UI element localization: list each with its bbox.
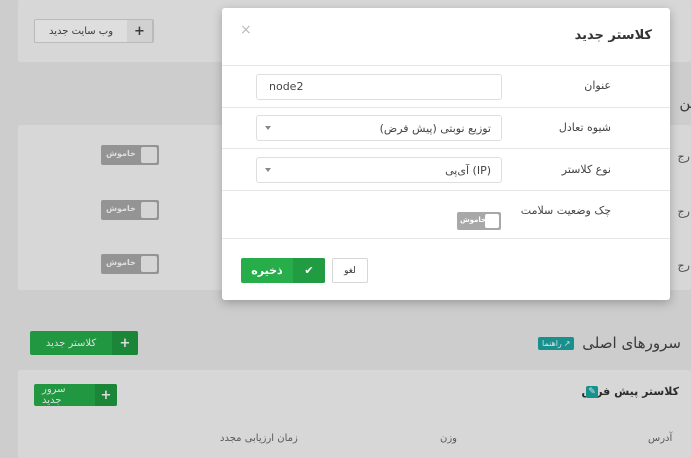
row-divider (222, 107, 670, 108)
toggle-knob (485, 214, 499, 228)
type-label: نوع کلاستر (561, 163, 611, 176)
save-button[interactable]: ذخیره ✔ (241, 258, 325, 283)
row-divider (222, 148, 670, 149)
health-check-label: چک وضعیت سلامت (520, 204, 611, 217)
new-cluster-modal: کلاستر جدید × عنوان node2 شیوه تعادل توز… (222, 8, 670, 300)
health-toggle-text: خاموش (460, 216, 487, 224)
title-label: عنوان (584, 79, 611, 92)
title-input[interactable]: node2 (256, 74, 502, 100)
close-icon[interactable]: × (240, 22, 252, 38)
balance-label: شیوه تعادل (558, 121, 611, 134)
footer-divider (222, 238, 670, 239)
row-divider (222, 190, 670, 191)
balance-select[interactable]: توزیع نوبتی (پیش فرض) (256, 115, 502, 141)
cancel-button[interactable]: لغو (332, 258, 368, 283)
check-icon: ✔ (293, 258, 325, 283)
save-label: ذخیره (251, 264, 283, 277)
chevron-down-icon (265, 168, 271, 172)
health-check-toggle[interactable]: خاموش (457, 212, 501, 230)
cluster-type-value: آی‌پی (IP) (445, 164, 491, 177)
chevron-down-icon (265, 126, 271, 130)
balance-value: توزیع نوبتی (پیش فرض) (379, 122, 491, 135)
cluster-type-select[interactable]: آی‌پی (IP) (256, 157, 502, 183)
header-divider (222, 65, 670, 66)
modal-title: کلاستر جدید (574, 28, 652, 43)
